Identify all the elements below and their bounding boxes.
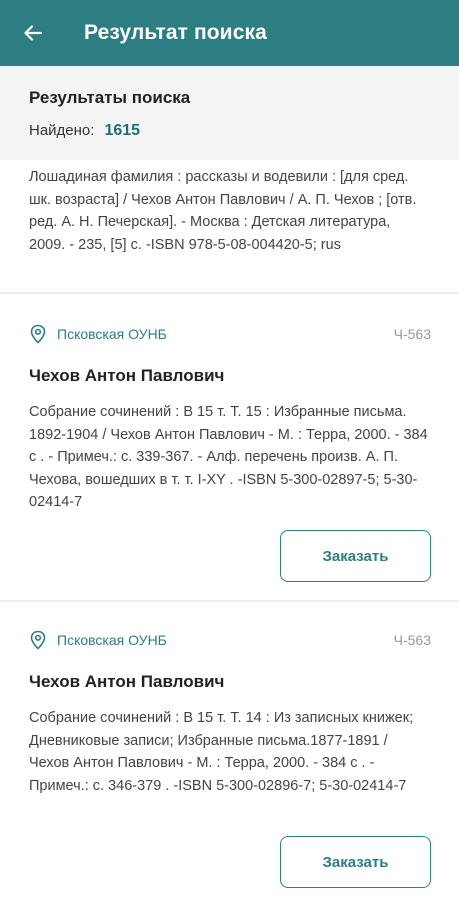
library-name: Псковская ОУНБ: [57, 632, 167, 648]
order-button[interactable]: Заказать: [280, 530, 431, 582]
search-summary: Результаты поиска Найдено: 1615: [0, 66, 459, 160]
location-pin-icon: [30, 630, 46, 650]
app-bar: Результат поиска: [0, 0, 459, 66]
card-header: Псковская ОУНБ Ч-563: [29, 324, 431, 344]
found-label: Найдено:: [29, 122, 95, 139]
card-header: Псковская ОУНБ Ч-563: [29, 630, 431, 650]
result-description: Лошадиная фамилия : рассказы и водевили …: [29, 169, 417, 253]
arrow-left-icon: [24, 25, 43, 41]
result-card[interactable]: Лошадиная фамилия : рассказы и водевили …: [0, 160, 459, 294]
back-button[interactable]: [0, 0, 66, 66]
order-button[interactable]: Заказать: [280, 836, 431, 888]
found-row: Найдено: 1615: [29, 122, 459, 140]
result-description: Собрание сочинений : В 15 т. Т. 14 : Из …: [29, 710, 414, 794]
result-description: Собрание сочинений : В 15 т. Т. 15 : Изб…: [29, 404, 428, 510]
result-card[interactable]: Псковская ОУНБ Ч-563 Чехов Антон Павлови…: [0, 296, 459, 602]
page-title: Результат поиска: [84, 21, 267, 44]
location-pin-icon: [30, 324, 46, 344]
summary-title: Результаты поиска: [29, 88, 191, 107]
call-number: Ч-563: [393, 632, 431, 648]
author: Чехов Антон Павлович: [29, 672, 225, 691]
call-number: Ч-563: [393, 326, 431, 342]
author: Чехов Антон Павлович: [29, 366, 225, 385]
library-name: Псковская ОУНБ: [57, 326, 167, 342]
found-count: 1615: [104, 122, 141, 139]
result-card[interactable]: Псковская ОУНБ Ч-563 Чехов Антон Павлови…: [0, 602, 459, 900]
